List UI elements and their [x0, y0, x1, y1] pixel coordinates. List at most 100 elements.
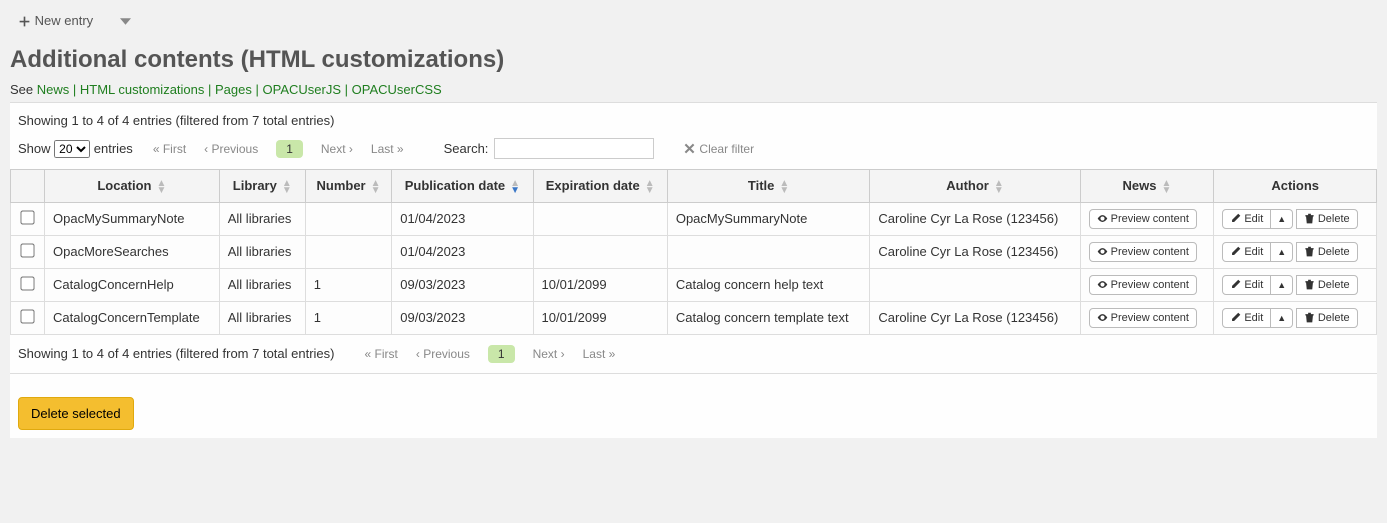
- delete-button[interactable]: Delete: [1296, 242, 1358, 262]
- pager-prev-bottom[interactable]: ‹ Previous: [416, 347, 470, 361]
- table-row: CatalogConcernTemplateAll libraries109/0…: [11, 301, 1377, 334]
- see-link-html-customizations[interactable]: HTML customizations: [80, 82, 205, 97]
- see-line: See News | HTML customizations | Pages |…: [10, 82, 1377, 97]
- pager-prev[interactable]: ‹ Previous: [204, 142, 258, 156]
- cell-author: Caroline Cyr La Rose (123456): [870, 202, 1080, 235]
- pager-first[interactable]: « First: [153, 142, 186, 156]
- cell-actions: Edit ▲ Delete: [1214, 301, 1377, 334]
- edit-button[interactable]: Edit: [1222, 275, 1271, 295]
- cell-library: All libraries: [219, 301, 305, 334]
- col-pub-date[interactable]: Publication date▲▼: [392, 170, 533, 203]
- cell-pub-date: 01/04/2023: [392, 202, 533, 235]
- row-checkbox[interactable]: [20, 243, 34, 257]
- search-input[interactable]: [494, 138, 654, 159]
- edit-dropdown-toggle[interactable]: ▲: [1271, 275, 1293, 295]
- edit-dropdown-toggle[interactable]: ▲: [1271, 209, 1293, 229]
- pencil-icon: [1230, 213, 1241, 224]
- clear-filter-button[interactable]: Clear filter: [684, 142, 754, 156]
- edit-dropdown-toggle[interactable]: ▲: [1271, 308, 1293, 328]
- row-checkbox[interactable]: [20, 276, 34, 290]
- content-table: Location▲▼ Library▲▼ Number▲▼ Publicatio…: [10, 169, 1377, 335]
- col-actions: Actions: [1214, 170, 1377, 203]
- caret-up-icon: ▲: [1277, 214, 1286, 224]
- col-exp-date[interactable]: Expiration date▲▼: [533, 170, 667, 203]
- see-link-opacuserjs[interactable]: OPACUserJS: [263, 82, 342, 97]
- table-row: OpacMySummaryNoteAll libraries01/04/2023…: [11, 202, 1377, 235]
- cell-location: OpacMoreSearches: [45, 235, 220, 268]
- cell-pub-date: 09/03/2023: [392, 268, 533, 301]
- pager-current: 1: [276, 140, 303, 158]
- caret-up-icon: ▲: [1277, 280, 1286, 290]
- eye-icon: [1097, 279, 1108, 290]
- preview-content-button[interactable]: Preview content: [1089, 209, 1197, 229]
- delete-button[interactable]: Delete: [1296, 275, 1358, 295]
- pager-last-bottom[interactable]: Last »: [583, 347, 616, 361]
- preview-content-button[interactable]: Preview content: [1089, 308, 1197, 328]
- cell-author: [870, 268, 1080, 301]
- edit-dropdown-toggle[interactable]: ▲: [1271, 242, 1293, 262]
- table-row: CatalogConcernHelpAll libraries109/03/20…: [11, 268, 1377, 301]
- see-link-opacusercss[interactable]: OPACUserCSS: [352, 82, 442, 97]
- cell-actions: Edit ▲ Delete: [1214, 268, 1377, 301]
- info-top: Showing 1 to 4 of 4 entries (filtered fr…: [10, 103, 1377, 138]
- cell-library: All libraries: [219, 268, 305, 301]
- delete-button[interactable]: Delete: [1296, 209, 1358, 229]
- preview-content-button[interactable]: Preview content: [1089, 275, 1197, 295]
- cell-pub-date: 01/04/2023: [392, 235, 533, 268]
- col-library[interactable]: Library▲▼: [219, 170, 305, 203]
- edit-button[interactable]: Edit: [1222, 308, 1271, 328]
- cell-library: All libraries: [219, 202, 305, 235]
- preview-content-button[interactable]: Preview content: [1089, 242, 1197, 262]
- cell-title: Catalog concern help text: [667, 268, 870, 301]
- x-icon: [684, 143, 695, 154]
- cell-number: [305, 235, 392, 268]
- col-number[interactable]: Number▲▼: [305, 170, 392, 203]
- col-news[interactable]: News▲▼: [1080, 170, 1214, 203]
- pager-current-bottom: 1: [488, 345, 515, 363]
- cell-author: Caroline Cyr La Rose (123456): [870, 301, 1080, 334]
- see-link-news[interactable]: News: [37, 82, 70, 97]
- row-checkbox[interactable]: [20, 309, 34, 323]
- plus-icon: [18, 15, 31, 28]
- trash-icon: [1304, 279, 1315, 290]
- delete-selected-button[interactable]: Delete selected: [18, 397, 134, 430]
- pencil-icon: [1230, 312, 1241, 323]
- col-checkbox: [11, 170, 45, 203]
- cell-news: Preview content: [1080, 301, 1214, 334]
- table-row: OpacMoreSearchesAll libraries01/04/2023C…: [11, 235, 1377, 268]
- cell-number: 1: [305, 268, 392, 301]
- col-location[interactable]: Location▲▼: [45, 170, 220, 203]
- pager-next[interactable]: Next ›: [321, 142, 353, 156]
- cell-pub-date: 09/03/2023: [392, 301, 533, 334]
- new-entry-label: New entry: [35, 13, 94, 28]
- caret-up-icon: ▲: [1277, 313, 1286, 323]
- caret-down-icon: [120, 16, 131, 27]
- new-entry-dropdown-toggle[interactable]: [120, 13, 131, 28]
- edit-button[interactable]: Edit: [1222, 209, 1271, 229]
- delete-button[interactable]: Delete: [1296, 308, 1358, 328]
- cell-location: CatalogConcernTemplate: [45, 301, 220, 334]
- pencil-icon: [1230, 279, 1241, 290]
- col-author[interactable]: Author▲▼: [870, 170, 1080, 203]
- cell-news: Preview content: [1080, 202, 1214, 235]
- pager-next-bottom[interactable]: Next ›: [533, 347, 565, 361]
- new-entry-button[interactable]: New entry: [10, 10, 101, 31]
- eye-icon: [1097, 213, 1108, 224]
- pager-last[interactable]: Last »: [371, 142, 404, 156]
- trash-icon: [1304, 213, 1315, 224]
- cell-exp-date: [533, 202, 667, 235]
- eye-icon: [1097, 312, 1108, 323]
- see-link-pages[interactable]: Pages: [215, 82, 252, 97]
- row-checkbox[interactable]: [20, 210, 34, 224]
- cell-location: CatalogConcernHelp: [45, 268, 220, 301]
- entries-select[interactable]: 20: [54, 140, 90, 158]
- edit-button[interactable]: Edit: [1222, 242, 1271, 262]
- show-entries: Show 20 entries: [18, 140, 133, 158]
- col-title[interactable]: Title▲▼: [667, 170, 870, 203]
- cell-number: 1: [305, 301, 392, 334]
- search-label: Search:: [444, 141, 489, 156]
- cell-author: Caroline Cyr La Rose (123456): [870, 235, 1080, 268]
- cell-exp-date: 10/01/2099: [533, 268, 667, 301]
- pager-first-bottom[interactable]: « First: [365, 347, 398, 361]
- pencil-icon: [1230, 246, 1241, 257]
